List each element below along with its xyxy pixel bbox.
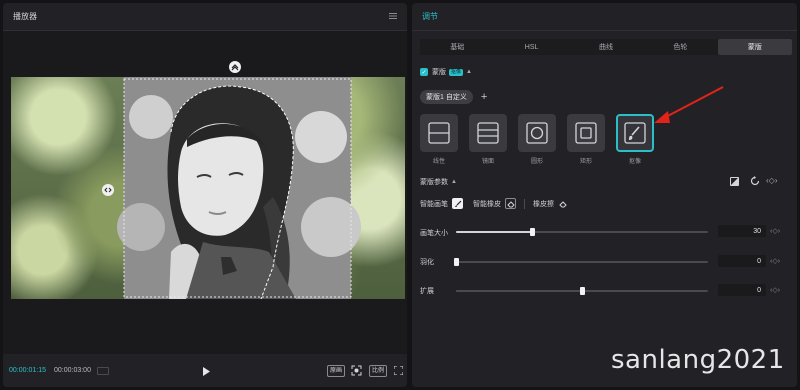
brush-size-input[interactable]: 30: [718, 225, 766, 237]
focus-button[interactable]: [350, 365, 362, 376]
linear-mask-icon: [428, 122, 450, 144]
focus-icon: [351, 365, 361, 376]
feather-slider[interactable]: [454, 258, 708, 266]
brush-mask-icon: [624, 122, 646, 144]
horizontal-resize-handle-icon[interactable]: [102, 184, 114, 196]
original-quality-button[interactable]: 原画: [327, 365, 346, 377]
expand-keyframe-icon[interactable]: ‹◇›: [770, 286, 780, 294]
video-frame[interactable]: [11, 77, 405, 299]
brush-size-fill: [456, 231, 532, 233]
feather-input[interactable]: 0: [718, 255, 766, 267]
watermark-text: sanlang2021: [611, 345, 785, 375]
eraser-icon: [506, 200, 515, 207]
plus-icon[interactable]: +: [481, 91, 487, 103]
tab-curves[interactable]: 曲线: [569, 39, 643, 55]
timeline-grid-icon[interactable]: [96, 366, 109, 375]
expand-fill: [456, 290, 582, 292]
feather-knob[interactable]: [454, 258, 459, 266]
chevron-up-handle-icon[interactable]: [229, 61, 241, 73]
caret-up-icon[interactable]: ▲: [466, 69, 472, 75]
adjust-header: 调节: [412, 3, 797, 31]
fullscreen-button[interactable]: [393, 365, 404, 376]
mask-type-brush-label: 抠像: [628, 159, 641, 165]
mask-label: 蒙版: [432, 69, 446, 76]
eraser-tool-icon: [559, 200, 567, 207]
video-stage[interactable]: [3, 31, 407, 354]
tab-mask[interactable]: 蒙版: [717, 39, 793, 55]
player-header: 播放器: [3, 3, 407, 31]
ratio-label: 比例: [372, 368, 385, 374]
adjust-title: 调节: [422, 12, 438, 21]
circle-mask-icon: [526, 122, 548, 144]
annotation-arrow-icon: [654, 86, 724, 123]
brush-tools-row: 智能画笔 智能橡皮 橡皮擦: [420, 198, 569, 209]
invert-mask-icon[interactable]: [730, 177, 739, 186]
eraser-button[interactable]: [558, 198, 569, 209]
tool-divider: [524, 198, 525, 209]
cutout-subject: [117, 77, 361, 299]
total-time: 00:00:03:00: [53, 367, 91, 374]
adjust-tabs: 基础 HSL 曲线 色轮 蒙版: [420, 39, 793, 55]
mirror-mask-icon: [477, 122, 499, 144]
play-icon: [203, 366, 210, 376]
eraser-label: 橡皮擦: [533, 200, 554, 208]
mask-type-mirror-label: 镜面: [481, 159, 494, 165]
smart-brush-button[interactable]: [452, 198, 463, 209]
mask-chip-row: 蒙版1 自定义 +: [420, 90, 487, 104]
mask-chip[interactable]: 蒙版1 自定义: [420, 90, 473, 104]
player-title: 播放器: [13, 12, 37, 21]
brush-size-knob[interactable]: [529, 228, 535, 236]
current-time: 00:00:01:15: [9, 367, 46, 374]
smart-brush-label: 智能画笔: [420, 200, 448, 208]
feather-label: 羽化: [420, 259, 434, 266]
ratio-button[interactable]: 比例: [369, 365, 388, 377]
mask-type-linear[interactable]: [420, 114, 458, 152]
brush-size-label: 画笔大小: [420, 230, 448, 237]
feather-value: 0: [757, 257, 761, 265]
smart-eraser-label: 智能橡皮: [473, 200, 501, 208]
player-panel: 播放器 00:00:01:15 00:00:03:00 原画 比例: [3, 3, 407, 387]
feather-keyframe-icon[interactable]: ‹◇›: [770, 257, 780, 265]
brush-size-slider[interactable]: [456, 228, 708, 236]
mask-type-mirror[interactable]: [469, 114, 507, 152]
tab-color-wheel[interactable]: 色轮: [643, 39, 717, 55]
original-quality-label: 原画: [330, 368, 343, 374]
tab-basic[interactable]: 基础: [420, 39, 494, 55]
mask-params-title: 蒙版参数: [420, 179, 448, 186]
keyframe-nav-icon[interactable]: ‹◇›: [766, 176, 777, 185]
tab-hsl[interactable]: HSL: [494, 39, 568, 55]
brush-icon: [454, 200, 461, 207]
mask-type-linear-label: 线性: [432, 159, 445, 165]
hamburger-menu-icon[interactable]: [389, 12, 397, 20]
brush-size-value: 30: [753, 227, 761, 235]
brush-size-keyframe-icon[interactable]: ‹◇›: [770, 227, 780, 235]
expand-slider[interactable]: [456, 287, 708, 295]
caret-up-small-icon[interactable]: ▲: [451, 179, 457, 185]
mask-type-circle[interactable]: [518, 114, 556, 152]
player-controls: 00:00:01:15 00:00:03:00 原画 比例: [3, 354, 407, 387]
expand-input[interactable]: 0: [718, 284, 766, 296]
fullscreen-icon: [394, 366, 403, 375]
reset-icon[interactable]: [750, 176, 760, 186]
expand-knob[interactable]: [580, 287, 585, 295]
mask-type-rectangle[interactable]: [567, 114, 605, 152]
rectangle-mask-icon: [575, 122, 597, 144]
mask-enable-checkbox[interactable]: ✓: [420, 68, 428, 76]
mask-enable-row: ✓ 蒙版 抠像 ▲: [420, 67, 472, 77]
mask-type-rectangle-label: 矩形: [579, 159, 592, 165]
expand-label: 扩展: [420, 288, 434, 295]
expand-value: 0: [757, 286, 761, 294]
mask-type-circle-label: 圆形: [530, 159, 543, 165]
play-button[interactable]: [201, 366, 211, 376]
cutout-badge: 抠像: [449, 68, 464, 76]
adjust-panel: 调节 基础 HSL 曲线 色轮 蒙版 ✓ 蒙版 抠像 ▲ 蒙版1 自定义 + 线…: [412, 3, 797, 387]
smart-eraser-button[interactable]: [505, 198, 516, 209]
